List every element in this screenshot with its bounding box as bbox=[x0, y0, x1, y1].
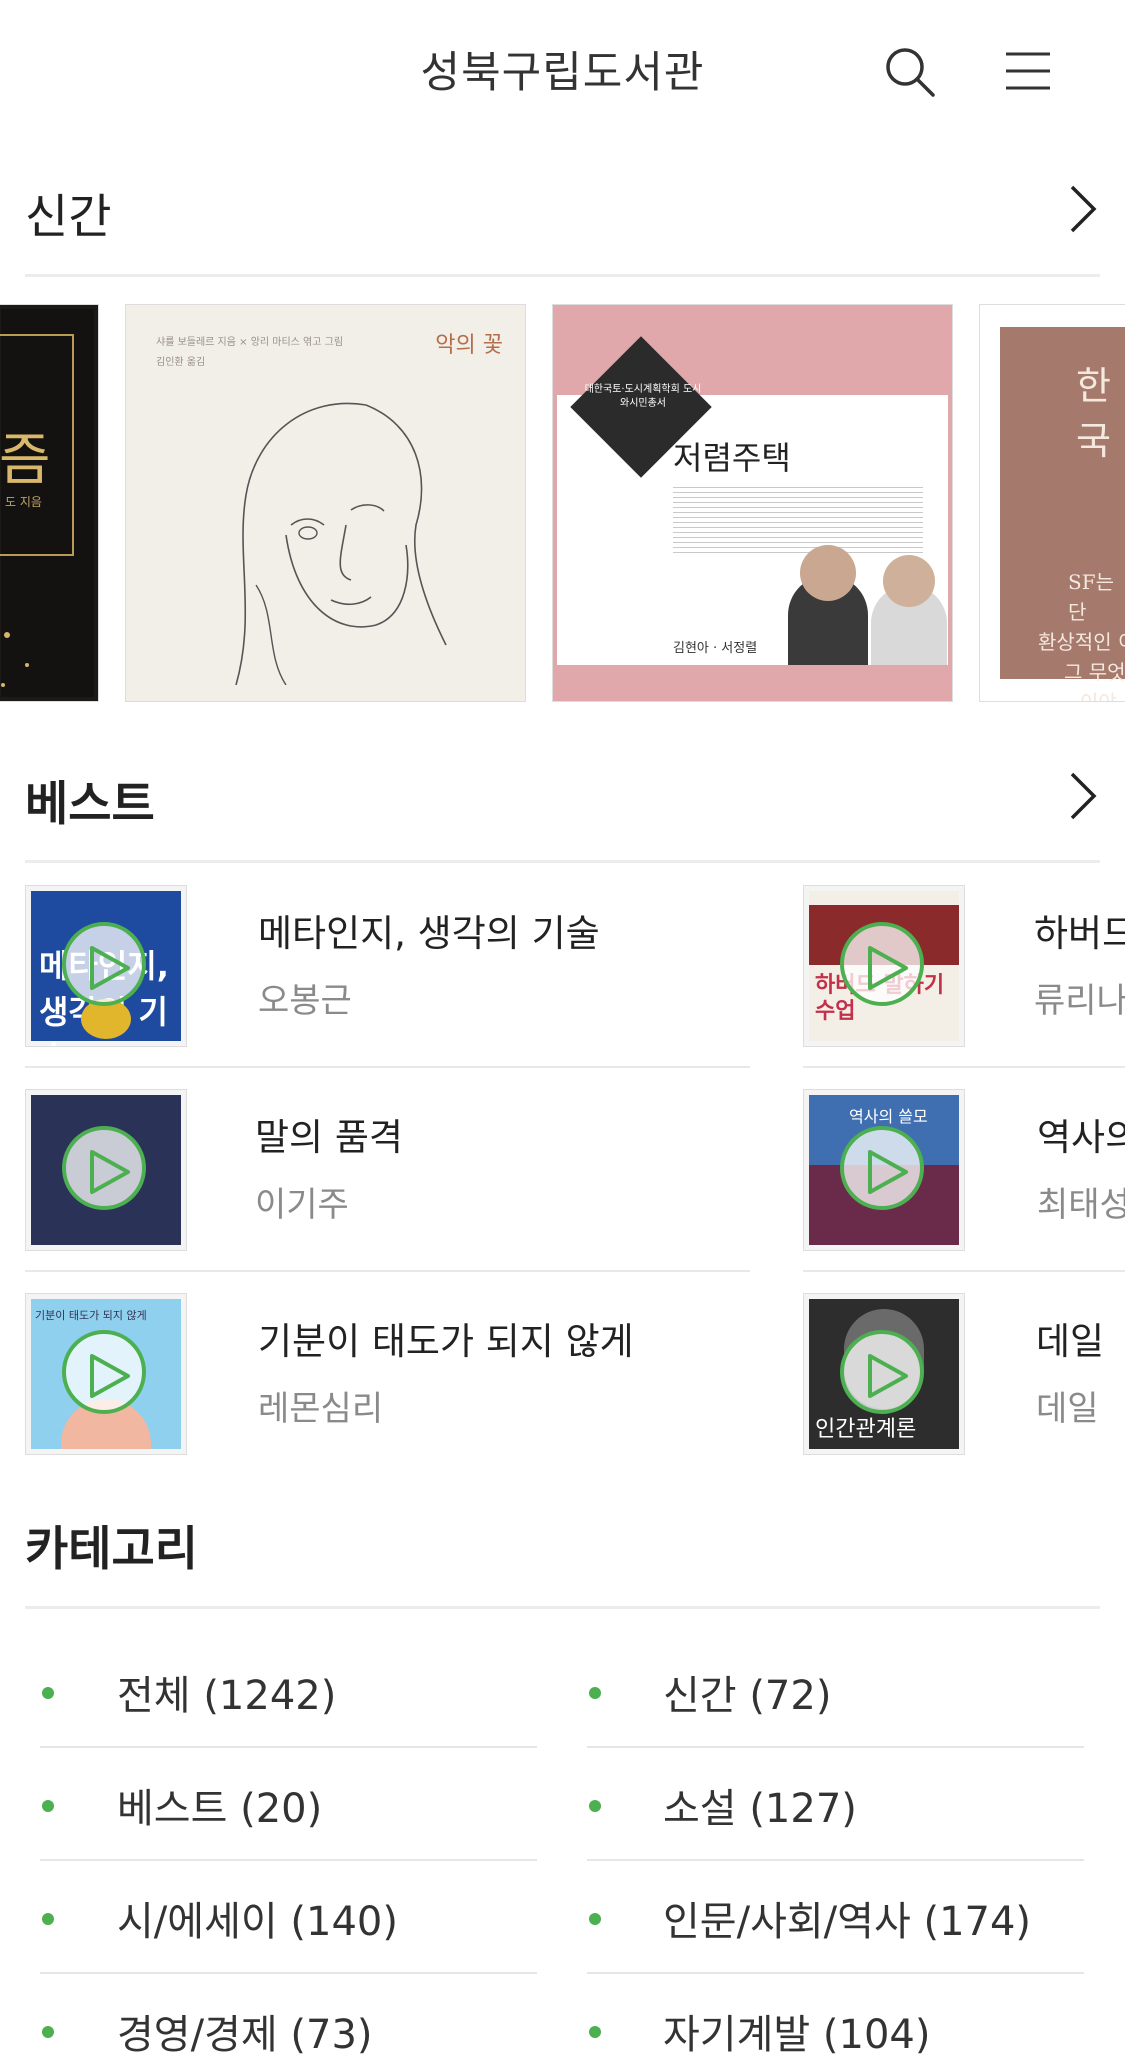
book-thumbnail: 하버드 말하기 수업 bbox=[803, 885, 965, 1047]
book-author: 류리나 bbox=[1034, 981, 1125, 1021]
book-title: 역사의 bbox=[1037, 1116, 1125, 1159]
cover-text-line: SF는 단 bbox=[1068, 570, 1114, 624]
play-icon[interactable] bbox=[840, 922, 924, 1006]
book-title: 데일 bbox=[1036, 1320, 1105, 1363]
play-icon[interactable] bbox=[62, 1126, 146, 1210]
book-author: 오봉근 bbox=[258, 981, 352, 1021]
category-item-business-economy[interactable]: 경영/경제 (73) bbox=[117, 2002, 373, 2060]
cover-title: 저렴주택 bbox=[673, 439, 791, 477]
category-item-poetry-essay[interactable]: 시/에세이 (140) bbox=[117, 1889, 398, 1947]
best-list-item[interactable]: 기분이 태도가 되지 않게 기분이 태도가 되지 않게 레몬심리 bbox=[25, 1293, 750, 1455]
book-title: 하버드 bbox=[1034, 912, 1125, 955]
book-author: 최태성 bbox=[1037, 1185, 1125, 1225]
category-item-humanities[interactable]: 인문/사회/역사 (174) bbox=[663, 1889, 1031, 1947]
book-thumbnail bbox=[25, 1089, 187, 1251]
book-thumbnail: 기분이 태도가 되지 않게 bbox=[25, 1293, 187, 1455]
row-divider bbox=[25, 1066, 750, 1068]
cover-title: 즘 bbox=[0, 428, 51, 493]
book-author: 데일 bbox=[1036, 1389, 1099, 1429]
cover-author: 김현아 · 서정렬 bbox=[673, 641, 758, 656]
category-item-best[interactable]: 베스트 (20) bbox=[117, 1776, 322, 1834]
best-list-item[interactable]: 인간관계론 데일 데일 bbox=[803, 1293, 1125, 1455]
row-divider bbox=[40, 1746, 537, 1748]
new-book-cover-1[interactable]: 즘 도 지음 bbox=[0, 304, 99, 702]
row-divider bbox=[40, 1859, 537, 1861]
bullet-icon bbox=[589, 1913, 601, 1925]
row-divider bbox=[587, 1746, 1084, 1748]
row-divider bbox=[587, 1859, 1084, 1861]
play-icon[interactable] bbox=[62, 922, 146, 1006]
category-item-all[interactable]: 전체 (1242) bbox=[117, 1663, 336, 1721]
cover-text-line: 환상적인 이 bbox=[1038, 630, 1125, 654]
best-section-title: 베스트 bbox=[25, 777, 155, 832]
play-icon[interactable] bbox=[840, 1330, 924, 1414]
category-item-novel[interactable]: 소설 (127) bbox=[663, 1776, 857, 1834]
best-section-more-chevron-icon[interactable] bbox=[1068, 770, 1098, 826]
book-thumbnail: 역사의 쓸모 bbox=[803, 1089, 965, 1251]
bullet-icon bbox=[589, 2026, 601, 2038]
cover-author: 샤를 보들레르 지음 × 앙리 마티스 엮고 그림 bbox=[156, 337, 344, 348]
best-list-item[interactable]: 메타인지, 생각의 기술 메타인지, 생각의 기술 오봉근 bbox=[25, 885, 750, 1047]
bullet-icon bbox=[42, 2026, 54, 2038]
best-list-item[interactable]: 역사의 쓸모 역사의 최태성 bbox=[803, 1089, 1125, 1251]
bullet-icon bbox=[42, 1913, 54, 1925]
book-thumbnail: 인간관계론 bbox=[803, 1293, 965, 1455]
new-section-title: 신간 bbox=[25, 190, 112, 245]
book-title: 말의 품격 bbox=[255, 1116, 403, 1159]
new-book-cover-4[interactable]: 한국 SF는 단 환상적인 이 그 무엇 이야 bbox=[979, 304, 1125, 702]
category-item-new[interactable]: 신간 (72) bbox=[663, 1663, 831, 1721]
best-section-divider bbox=[25, 860, 1100, 863]
new-section-more-chevron-icon[interactable] bbox=[1068, 183, 1098, 239]
book-title: 메타인지, 생각의 기술 bbox=[258, 912, 600, 955]
cover-text-line: 이야 bbox=[1080, 690, 1117, 702]
book-author: 이기주 bbox=[255, 1185, 349, 1225]
new-book-cover-2[interactable]: 샤를 보들레르 지음 × 앙리 마티스 엮고 그림 김인환 옮김 악의 꽃 bbox=[125, 304, 526, 702]
play-icon[interactable] bbox=[62, 1330, 146, 1414]
new-book-cover-3[interactable]: 대한국토·도시계획학회 도시와시민총서 저렴주택 김현아 · 서정렬 bbox=[552, 304, 953, 702]
bullet-icon bbox=[42, 1687, 54, 1699]
play-icon[interactable] bbox=[840, 1126, 924, 1210]
bullet-icon bbox=[589, 1687, 601, 1699]
row-divider bbox=[40, 1972, 537, 1974]
row-divider bbox=[803, 1270, 1125, 1272]
cover-series: 대한국토·도시계획학회 도시와시민총서 bbox=[584, 384, 702, 409]
book-author: 레몬심리 bbox=[258, 1389, 384, 1429]
category-section-title: 카테고리 bbox=[25, 1522, 198, 1577]
category-section-divider bbox=[25, 1606, 1100, 1609]
row-divider bbox=[587, 1972, 1084, 1974]
cover-author: 도 지음 bbox=[5, 495, 42, 509]
hamburger-menu-icon[interactable] bbox=[1004, 50, 1052, 92]
cover-title: 악의 꽃 bbox=[435, 333, 503, 358]
cover-title: 한국 bbox=[1076, 364, 1111, 463]
app-title: 성북구립도서관 bbox=[420, 48, 705, 98]
cover-translator: 김인환 옮김 bbox=[156, 357, 206, 368]
book-title: 기분이 태도가 되지 않게 bbox=[258, 1320, 634, 1363]
cover-text-line: 그 무엇 bbox=[1064, 660, 1125, 684]
new-section-divider bbox=[25, 274, 1100, 277]
best-list-item[interactable]: 말의 품격 이기주 bbox=[25, 1089, 750, 1251]
bullet-icon bbox=[42, 1800, 54, 1812]
best-list-item[interactable]: 하버드 말하기 수업 하버드 류리나 bbox=[803, 885, 1125, 1047]
category-item-self-help[interactable]: 자기계발 (104) bbox=[663, 2002, 930, 2060]
search-icon[interactable] bbox=[884, 46, 936, 98]
face-illustration bbox=[235, 402, 447, 685]
bullet-icon bbox=[589, 1800, 601, 1812]
row-divider bbox=[25, 1270, 750, 1272]
row-divider bbox=[803, 1066, 1125, 1068]
book-thumbnail: 메타인지, 생각의 기술 bbox=[25, 885, 187, 1047]
